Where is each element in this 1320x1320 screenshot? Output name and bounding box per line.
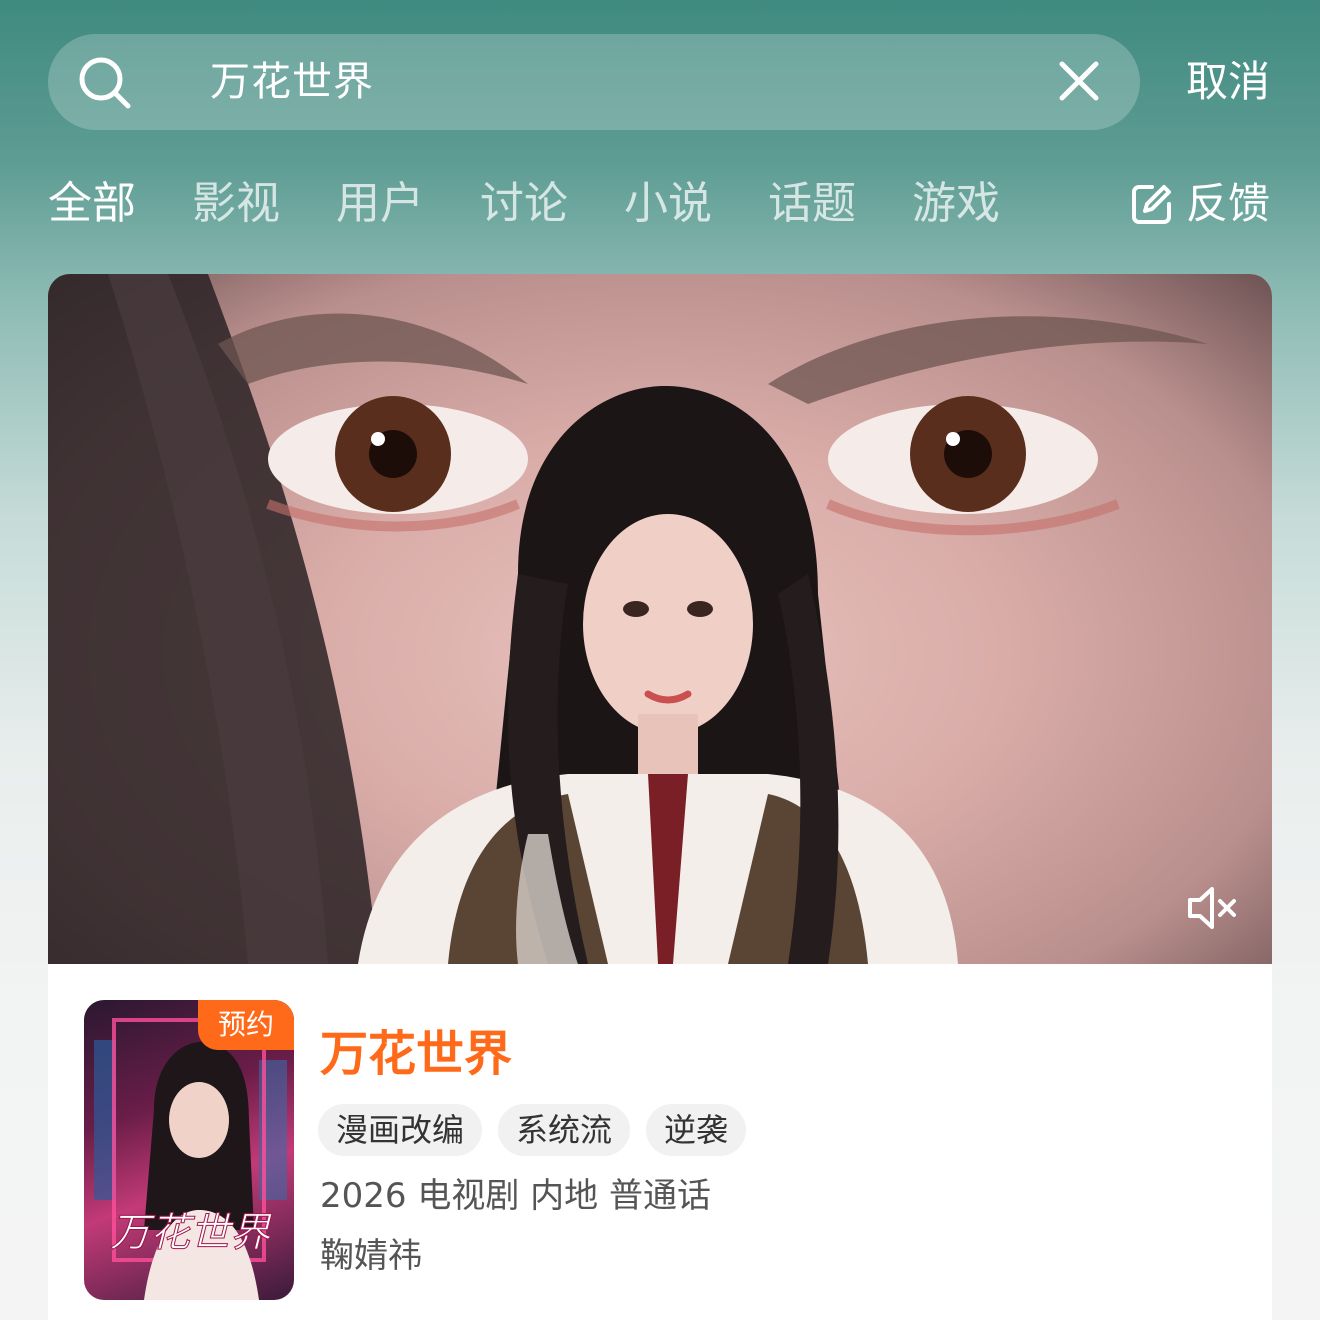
search-bar[interactable]: 万花世界 (48, 34, 1140, 130)
tab-discussion[interactable]: 讨论 (480, 172, 568, 236)
tab-all[interactable]: 全部 (48, 172, 136, 236)
tag-chip[interactable]: 逆袭 (646, 1104, 747, 1156)
tab-users[interactable]: 用户 (336, 172, 424, 236)
result-title[interactable]: 万花世界 (320, 1024, 512, 1084)
mute-icon[interactable] (1186, 884, 1240, 932)
feedback-button[interactable]: 反馈 (1130, 172, 1270, 236)
cancel-button[interactable]: 取消 (1186, 34, 1270, 130)
search-input[interactable]: 万花世界 (210, 34, 374, 130)
tag-chip[interactable]: 漫画改编 (318, 1104, 483, 1156)
tab-topic[interactable]: 话题 (768, 172, 856, 236)
search-icon (79, 57, 131, 109)
reservation-badge: 预约 (198, 1000, 294, 1050)
result-card[interactable]: 预约 万花世界 万花世界 漫画改编 系统流 逆袭 2026 电视剧 内地 普通话… (48, 274, 1272, 1320)
poster-thumbnail[interactable]: 预约 万花世界 (84, 1000, 294, 1300)
feedback-label: 反馈 (1186, 179, 1271, 228)
result-meta: 2026 电视剧 内地 普通话 (320, 1176, 711, 1216)
tab-game[interactable]: 游戏 (912, 172, 1000, 236)
edit-icon (1132, 185, 1171, 224)
tag-chip[interactable]: 系统流 (498, 1104, 631, 1156)
svg-text:万花世界: 万花世界 (110, 1210, 272, 1256)
tab-novel[interactable]: 小说 (624, 172, 712, 236)
close-icon[interactable] (1058, 60, 1100, 102)
tab-video[interactable]: 影视 (192, 172, 280, 236)
video-frame-illustration (48, 274, 1208, 964)
video-preview[interactable] (48, 274, 1272, 964)
poster-title-logo: 万花世界 (110, 1210, 273, 1257)
result-cast[interactable]: 鞠婧祎 (320, 1234, 422, 1278)
